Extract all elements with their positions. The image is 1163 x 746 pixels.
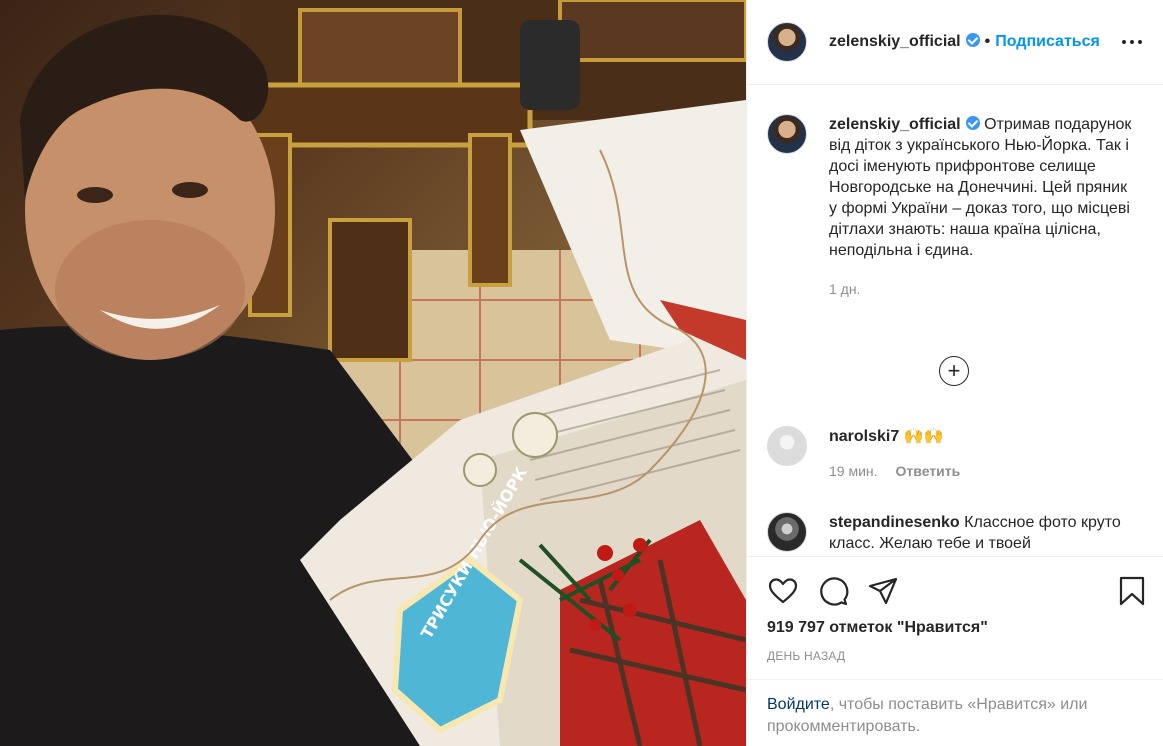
comment-username[interactable]: narolski7 — [829, 428, 899, 445]
share-paper-plane-icon[interactable] — [867, 575, 899, 607]
comment-meta: 19 мин. Ответить — [829, 461, 1139, 482]
verified-badge-icon — [965, 116, 980, 130]
commenter-avatar[interactable] — [767, 512, 807, 552]
comments-list[interactable]: zelenskiy_official Отримав подарунок від… — [747, 86, 1163, 556]
post-sidebar: zelenskiy_official • Подписаться zelenskiy… — [746, 0, 1163, 746]
caption-text: Отримав подарунок від діток з українсько… — [829, 116, 1132, 259]
comment-bubble-icon[interactable] — [817, 575, 849, 607]
save-bookmark-icon[interactable] — [1116, 575, 1148, 607]
comment-item: stepandinesenko Классное фото круто клас… — [767, 512, 1147, 554]
login-prompt: Войдите, чтобы поставить «Нравится» или … — [747, 679, 1163, 746]
comment-text: 🙌🙌 — [903, 428, 944, 445]
separator-dot: • — [984, 33, 991, 50]
post-header: zelenskiy_official • Подписаться — [747, 0, 1163, 85]
verified-badge-icon — [965, 33, 980, 47]
author-username[interactable]: zelenskiy_official — [829, 33, 961, 50]
commenter-avatar[interactable] — [767, 426, 807, 466]
caption-item: zelenskiy_official Отримав подарунок від… — [767, 114, 1147, 300]
follow-button[interactable]: Подписаться — [995, 33, 1100, 50]
action-icons — [767, 575, 899, 607]
caption-time[interactable]: 1 дн. — [829, 281, 860, 297]
instagram-post-dialog: ТРИСУКИ НЬЮ-ЙОРК zelenskiy_official • По… — [0, 0, 1163, 746]
author-avatar[interactable] — [767, 22, 807, 62]
photo-illustration: ТРИСУКИ НЬЮ-ЙОРК — [0, 0, 746, 746]
load-more-comments-button[interactable]: + — [939, 356, 969, 386]
author-line: zelenskiy_official • Подписаться — [829, 33, 1100, 51]
caption-body: zelenskiy_official Отримав подарунок від… — [829, 114, 1139, 300]
author-avatar[interactable] — [767, 114, 807, 154]
post-actions: 919 797 отметок "Нравится" ДЕНЬ НАЗАД Во… — [747, 556, 1163, 746]
post-photo[interactable]: ТРИСУКИ НЬЮ-ЙОРК — [0, 0, 746, 746]
comment-time[interactable]: 19 мин. — [829, 463, 878, 479]
post-timestamp[interactable]: ДЕНЬ НАЗАД — [767, 649, 845, 663]
caption-meta: 1 дн. — [829, 279, 1139, 300]
reply-button[interactable]: Ответить — [896, 463, 961, 479]
like-heart-icon[interactable] — [767, 575, 799, 607]
comment-item: narolski7 🙌🙌 19 мин. Ответить — [767, 426, 1147, 482]
comment-body: stepandinesenko Классное фото круто клас… — [829, 512, 1139, 554]
caption-username[interactable]: zelenskiy_official — [829, 116, 961, 133]
likes-count[interactable]: 919 797 отметок "Нравится" — [767, 619, 988, 637]
comment-username[interactable]: stepandinesenko — [829, 514, 960, 531]
login-link[interactable]: Войдите — [767, 696, 830, 713]
comment-body: narolski7 🙌🙌 19 мин. Ответить — [829, 426, 1139, 482]
more-options-icon[interactable] — [1122, 33, 1142, 51]
